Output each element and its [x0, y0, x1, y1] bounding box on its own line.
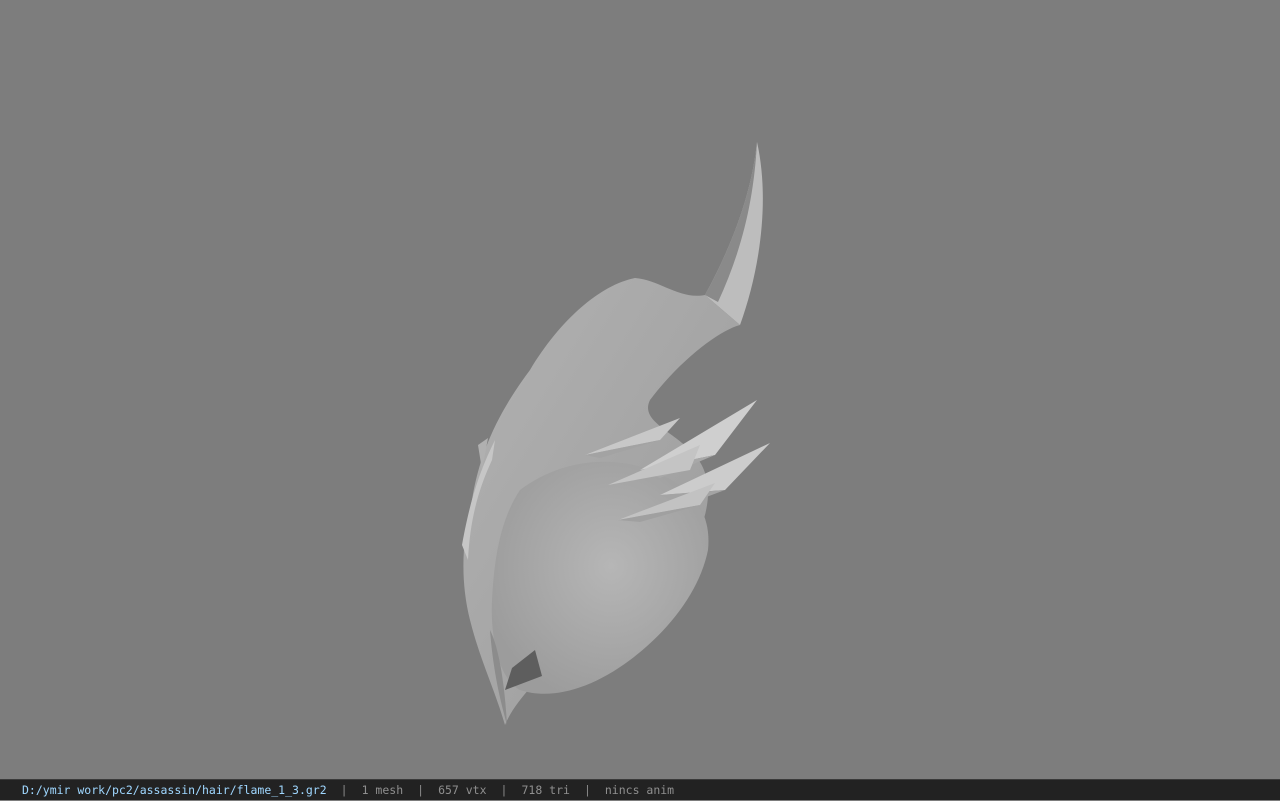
- model-render: [462, 142, 770, 725]
- separator: |: [417, 782, 425, 797]
- separator: |: [583, 782, 591, 797]
- separator: |: [340, 782, 348, 797]
- vertex-count: 657 vtx: [438, 782, 487, 797]
- mesh-count: 1 mesh: [361, 782, 404, 797]
- animation-status: nincs anim: [604, 782, 675, 797]
- file-path: D:/ymir work/pc2/assassin/hair/flame_1_3…: [22, 782, 327, 797]
- 3d-viewport[interactable]: [0, 0, 1280, 779]
- triangle-count: 718 tri: [521, 782, 570, 797]
- separator: |: [500, 782, 508, 797]
- status-bar: D:/ymir work/pc2/assassin/hair/flame_1_3…: [0, 779, 1280, 800]
